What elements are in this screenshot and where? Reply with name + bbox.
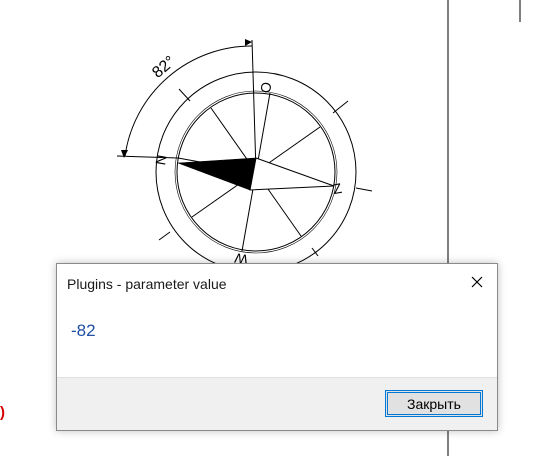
parameter-value-text: -82 <box>71 321 96 340</box>
dialog-title: Plugins - parameter value <box>67 276 227 292</box>
compass-letter-east: O <box>257 81 275 95</box>
compass-outer-tick <box>332 100 349 114</box>
compass-outer-tick <box>178 88 191 102</box>
close-button[interactable]: Закрыть <box>385 390 483 417</box>
close-icon[interactable] <box>457 264 497 300</box>
compass-outer-tick <box>355 187 373 192</box>
arc-arrowhead <box>245 39 252 46</box>
parameter-value-dialog: Plugins - parameter value -82 Закрыть <box>56 263 498 431</box>
angle-label: 82° <box>149 53 178 82</box>
compass-outer-tick <box>158 231 171 241</box>
compass-needle-south <box>249 157 335 191</box>
compass-letter-north: N <box>153 154 171 167</box>
dialog-footer: Закрыть <box>57 377 497 430</box>
compass-letter-south: Z <box>332 180 344 197</box>
angle-reference-line <box>251 39 257 173</box>
compass-needle-north <box>178 158 256 190</box>
close-icon <box>471 276 483 288</box>
partial-red-label: ) <box>0 404 5 421</box>
